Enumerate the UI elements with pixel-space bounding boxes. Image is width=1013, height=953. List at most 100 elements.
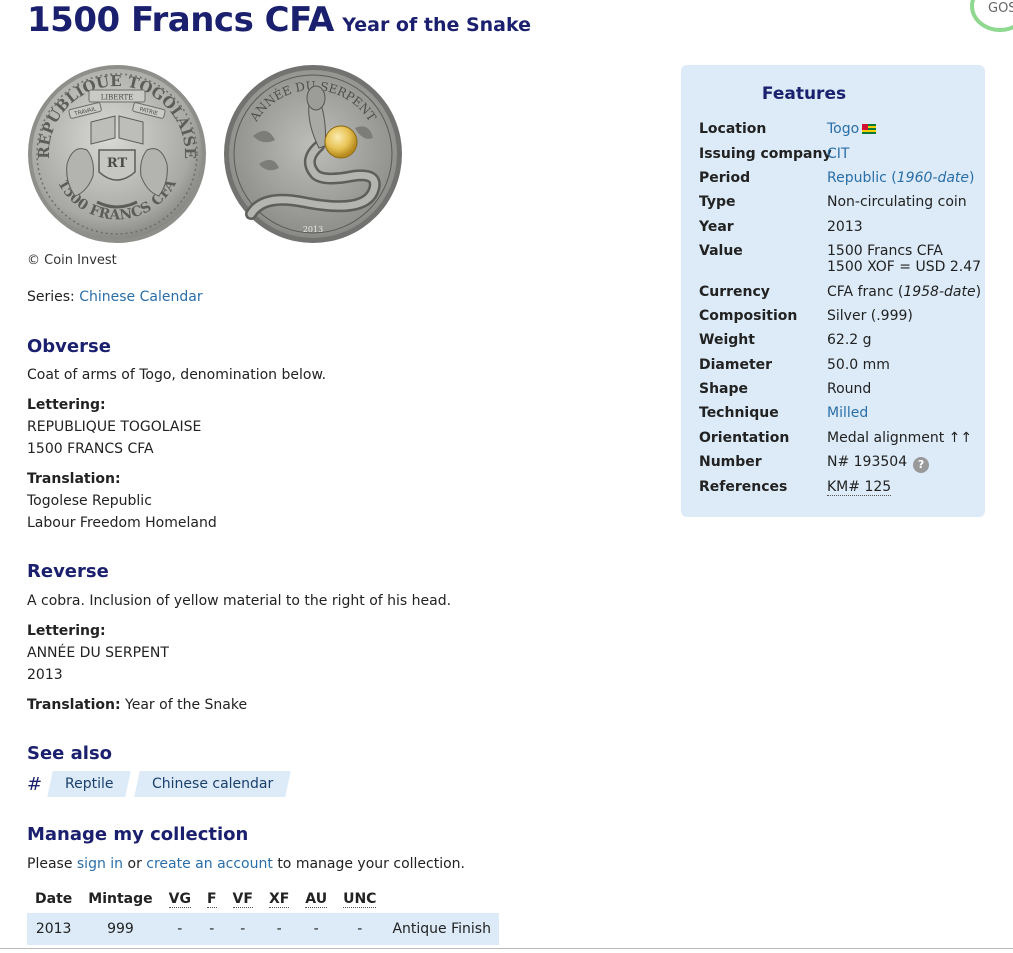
- location-link[interactable]: Togo: [827, 121, 859, 137]
- reverse-year: 2013: [303, 225, 323, 234]
- obverse-banner: LIBERTE: [101, 94, 134, 102]
- col-au-label: AU: [305, 891, 328, 908]
- technique-link[interactable]: Milled: [827, 405, 868, 421]
- col-vf[interactable]: VF: [225, 885, 261, 913]
- reverse-lettering-line: 2013: [27, 667, 63, 683]
- features-heading: Features: [761, 84, 847, 104]
- reverse-translation-value: Year of the Snake: [125, 697, 248, 713]
- feature-value: Republic (1960-date): [827, 170, 974, 186]
- feature-key: Value: [699, 243, 743, 259]
- feature-value-text: 1500 Francs CFA 1500 XOF = USD 2.47: [827, 243, 981, 275]
- help-icon[interactable]: ?: [913, 457, 930, 473]
- reverse-lettering-line: ANNÉE DU SERPENT: [27, 645, 169, 661]
- feature-key: Type: [699, 194, 736, 210]
- feature-value: CIT: [827, 146, 849, 162]
- see-also-tags: # Reptile Chinese calendar: [27, 771, 296, 797]
- manage-text-before: Please: [27, 856, 73, 872]
- feature-value: CFA franc (1958-date): [827, 284, 982, 300]
- reverse-translation: Translation: Year of the Snake: [27, 697, 247, 713]
- corner-badge[interactable]: GOS: [970, 0, 1013, 32]
- divider: [0, 948, 1013, 949]
- feature-value: Togo: [827, 121, 877, 137]
- create-account-link[interactable]: create an account: [146, 856, 273, 872]
- obverse-lettering-line: 1500 FRANCS CFA: [27, 441, 154, 457]
- feature-key: Diameter: [699, 357, 773, 373]
- feature-value: KM# 125: [827, 479, 892, 496]
- obverse-lettering-line: REPUBLIQUE TOGOLAISE: [27, 419, 202, 435]
- col-vg[interactable]: VG: [161, 885, 199, 913]
- reference-abbr[interactable]: KM# 125: [827, 479, 892, 496]
- feature-key: Number: [699, 454, 762, 470]
- manage-text-after: to manage your collection.: [277, 856, 465, 872]
- coin-title: 1500 Francs CFA: [27, 0, 334, 40]
- feature-key: Period: [699, 170, 751, 186]
- col-unc-label: UNC: [343, 891, 377, 908]
- cell-unc: -: [335, 913, 385, 945]
- col-note: [384, 885, 499, 913]
- reverse-heading: Reverse: [27, 561, 109, 582]
- cell-f: -: [198, 913, 225, 945]
- col-xf[interactable]: XF: [261, 885, 297, 913]
- reverse-translation-label: Translation:: [27, 697, 121, 713]
- mintage-table: Date Mintage VG F VF XF AU UNC 2013 999 …: [27, 885, 499, 945]
- tag-label: Reptile: [65, 776, 114, 792]
- feature-value: Round: [827, 381, 872, 397]
- cell-mintage: 999: [80, 913, 161, 945]
- feature-key: Currency: [699, 284, 770, 300]
- col-mintage: Mintage: [88, 891, 153, 907]
- issuer-link[interactable]: CIT: [827, 146, 849, 162]
- table-row: 2013 999 - - - - - - Antique Finish: [27, 913, 499, 945]
- obverse-lettering-label: Lettering:: [27, 397, 106, 413]
- cell-note: Antique Finish: [384, 913, 499, 945]
- tag-reptile[interactable]: Reptile: [47, 771, 132, 797]
- features-panel: Features Location Togo Issuing company C…: [681, 65, 985, 517]
- feature-key: Composition: [699, 308, 798, 324]
- currency-name: CFA franc: [827, 284, 894, 300]
- reverse-lettering-label: Lettering:: [27, 623, 106, 639]
- feature-value: 2013: [827, 219, 863, 235]
- sign-in-link[interactable]: sign in: [77, 856, 123, 872]
- value-conversion: 1500 XOF = USD 2.47: [827, 259, 982, 275]
- reverse-description: A cobra. Inclusion of yellow material to…: [27, 593, 452, 609]
- feature-value: N# 193504?: [827, 454, 930, 473]
- reverse-image[interactable]: ANNÉE DU SERPENT 2013: [223, 64, 403, 244]
- feature-value: 50.0 mm: [827, 357, 890, 373]
- hashtag-icon: #: [27, 773, 43, 795]
- see-also-heading: See also: [27, 743, 113, 764]
- obverse-heading: Obverse: [27, 336, 111, 357]
- col-au[interactable]: AU: [297, 885, 335, 913]
- obverse-image[interactable]: REPUBLIQUE TOGOLAISE 1500 FRANCS CFA LIB…: [27, 64, 207, 244]
- cell-vf: -: [224, 913, 261, 945]
- togo-flag-icon: [862, 124, 877, 134]
- obverse-translation-line: Labour Freedom Homeland: [27, 515, 217, 531]
- feature-value: 62.2 g: [827, 332, 872, 348]
- col-date: Date: [35, 891, 73, 907]
- feature-value: Milled: [827, 405, 868, 421]
- feature-value: Non-circulating coin: [827, 194, 967, 210]
- series-label: Series:: [27, 289, 75, 305]
- image-credit: © Coin Invest: [27, 253, 117, 268]
- feature-key: Shape: [699, 381, 749, 397]
- feature-key: References: [699, 479, 788, 495]
- obverse-description: Coat of arms of Togo, denomination below…: [27, 367, 327, 383]
- obverse-translation-line: Togolese Republic: [27, 493, 152, 509]
- coin-page: 1500 Francs CFA Year of the Snake GOS RE…: [0, 0, 1013, 953]
- series-link[interactable]: Chinese Calendar: [79, 289, 202, 305]
- col-unc[interactable]: UNC: [335, 885, 384, 913]
- feature-value: Silver (.999): [827, 308, 913, 324]
- tag-chinese-calendar[interactable]: Chinese calendar: [133, 771, 291, 797]
- col-vf-label: VF: [232, 891, 253, 908]
- period-name: Republic: [827, 170, 887, 186]
- col-f[interactable]: F: [199, 885, 225, 913]
- col-vg-label: VG: [168, 891, 191, 908]
- obverse-translation-label: Translation:: [27, 471, 121, 487]
- feature-key: Weight: [699, 332, 755, 348]
- mintage-header-row: Date Mintage VG F VF XF AU UNC: [27, 885, 499, 913]
- cell-date: 2013: [27, 913, 81, 945]
- period-link[interactable]: Republic (1960-date): [827, 170, 974, 186]
- corner-badge-text: GOS: [988, 1, 1013, 16]
- cell-vg: -: [160, 913, 199, 945]
- col-xf-label: XF: [268, 891, 290, 908]
- feature-key: Location: [699, 121, 767, 137]
- manage-text: Please sign in or create an account to m…: [27, 856, 465, 872]
